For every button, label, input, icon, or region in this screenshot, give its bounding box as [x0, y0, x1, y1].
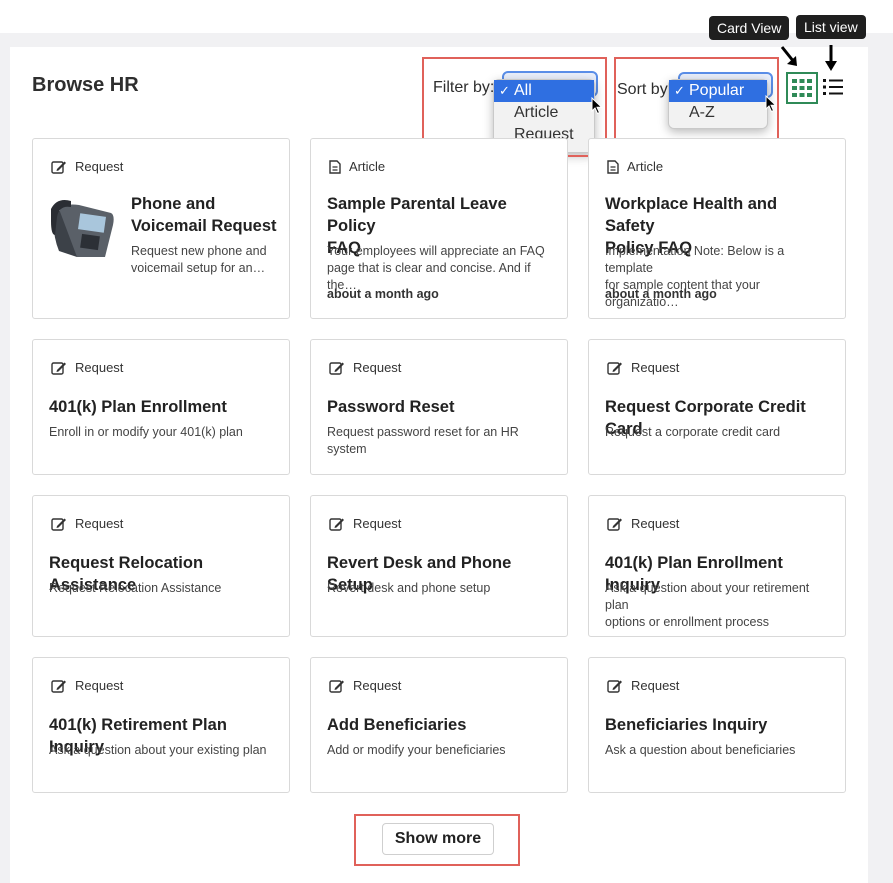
card-type: Article — [607, 159, 663, 174]
card-type: Request — [329, 360, 401, 375]
card-type: Request — [51, 678, 123, 693]
desk-phone-image — [51, 200, 114, 257]
catalog-card[interactable]: Article Workplace Health and Safety Poli… — [588, 138, 846, 319]
catalog-card[interactable]: Request Phone and Voicemail Request Requ… — [32, 138, 290, 319]
card-title: 401(k) Plan Enrollment — [49, 398, 227, 416]
card-description: Revert desk and phone setup — [327, 581, 491, 595]
catalog-card[interactable]: Request Revert Desk and Phone Setup Reve… — [310, 495, 568, 637]
edit-icon — [607, 679, 622, 693]
card-type: Article — [329, 159, 385, 174]
card-description: Ask a question about your retirement pla… — [605, 581, 810, 629]
list-view-button[interactable] — [822, 76, 844, 98]
card-date: about a month ago — [605, 287, 717, 301]
card-view-button[interactable] — [786, 72, 818, 104]
card-type: Request — [329, 516, 401, 531]
arrow-down-icon — [825, 45, 837, 71]
card-description: Request Relocation Assistance — [49, 581, 222, 595]
edit-icon — [607, 361, 622, 375]
card-description: Enroll in or modify your 401(k) plan — [49, 425, 243, 439]
edit-icon — [51, 361, 66, 375]
card-description: Ask a question about your existing plan — [49, 743, 267, 757]
page-title: Browse HR — [32, 74, 139, 96]
card-description: Add or modify your beneficiaries — [327, 743, 506, 757]
card-date: about a month ago — [327, 287, 439, 301]
card-type: Request — [607, 516, 679, 531]
card-title: Password Reset — [327, 398, 455, 416]
catalog-card[interactable]: Request 401(k) Plan Enrollment Inquiry A… — [588, 495, 846, 637]
card-type: Request — [329, 678, 401, 693]
card-description: Request a corporate credit card — [605, 425, 781, 439]
card-type: Request — [51, 516, 123, 531]
edit-icon — [329, 517, 344, 531]
card-type: Request — [51, 360, 123, 375]
catalog-card[interactable]: Request Request Relocation Assistance Re… — [32, 495, 290, 637]
document-icon — [607, 159, 619, 174]
catalog-card[interactable]: Request 401(k) Retirement Plan Inquiry A… — [32, 657, 290, 793]
catalog-card[interactable]: Article Sample Parental Leave Policy FAQ… — [310, 138, 568, 319]
card-title: Beneficiaries Inquiry — [605, 716, 768, 734]
sort-highlight-box — [614, 57, 779, 150]
card-type: Request — [607, 678, 679, 693]
card-description: Request new phone and voicemail setup fo… — [131, 244, 267, 275]
card-type: Request — [607, 360, 679, 375]
edit-icon — [51, 517, 66, 531]
card-description: Request password reset for an HR system — [327, 425, 519, 456]
catalog-card[interactable]: Request 401(k) Plan Enrollment Enroll in… — [32, 339, 290, 475]
card-type: Request — [51, 159, 123, 174]
edit-icon — [51, 160, 66, 174]
catalog-card[interactable]: Request Password Reset Request password … — [310, 339, 568, 475]
edit-icon — [329, 679, 344, 693]
edit-icon — [607, 517, 622, 531]
arrow-down-right-icon — [780, 46, 797, 66]
card-view-tooltip: Card View — [709, 16, 790, 40]
card-description: Ask a question about beneficiaries — [605, 743, 796, 757]
catalog-card[interactable]: Request Request Corporate Credit Card Re… — [588, 339, 846, 475]
edit-icon — [51, 679, 66, 693]
catalog-card[interactable]: Request Beneficiaries Inquiry Ask a ques… — [588, 657, 846, 793]
catalog-card[interactable]: Request Add Beneficiaries Add or modify … — [310, 657, 568, 793]
list-view-tooltip: List view — [796, 15, 866, 39]
grid-icon — [792, 79, 812, 97]
show-more-highlight-box — [354, 814, 520, 866]
document-icon — [329, 159, 341, 174]
edit-icon — [329, 361, 344, 375]
card-title: Add Beneficiaries — [327, 716, 467, 734]
card-title: Phone and Voicemail Request — [131, 195, 277, 235]
